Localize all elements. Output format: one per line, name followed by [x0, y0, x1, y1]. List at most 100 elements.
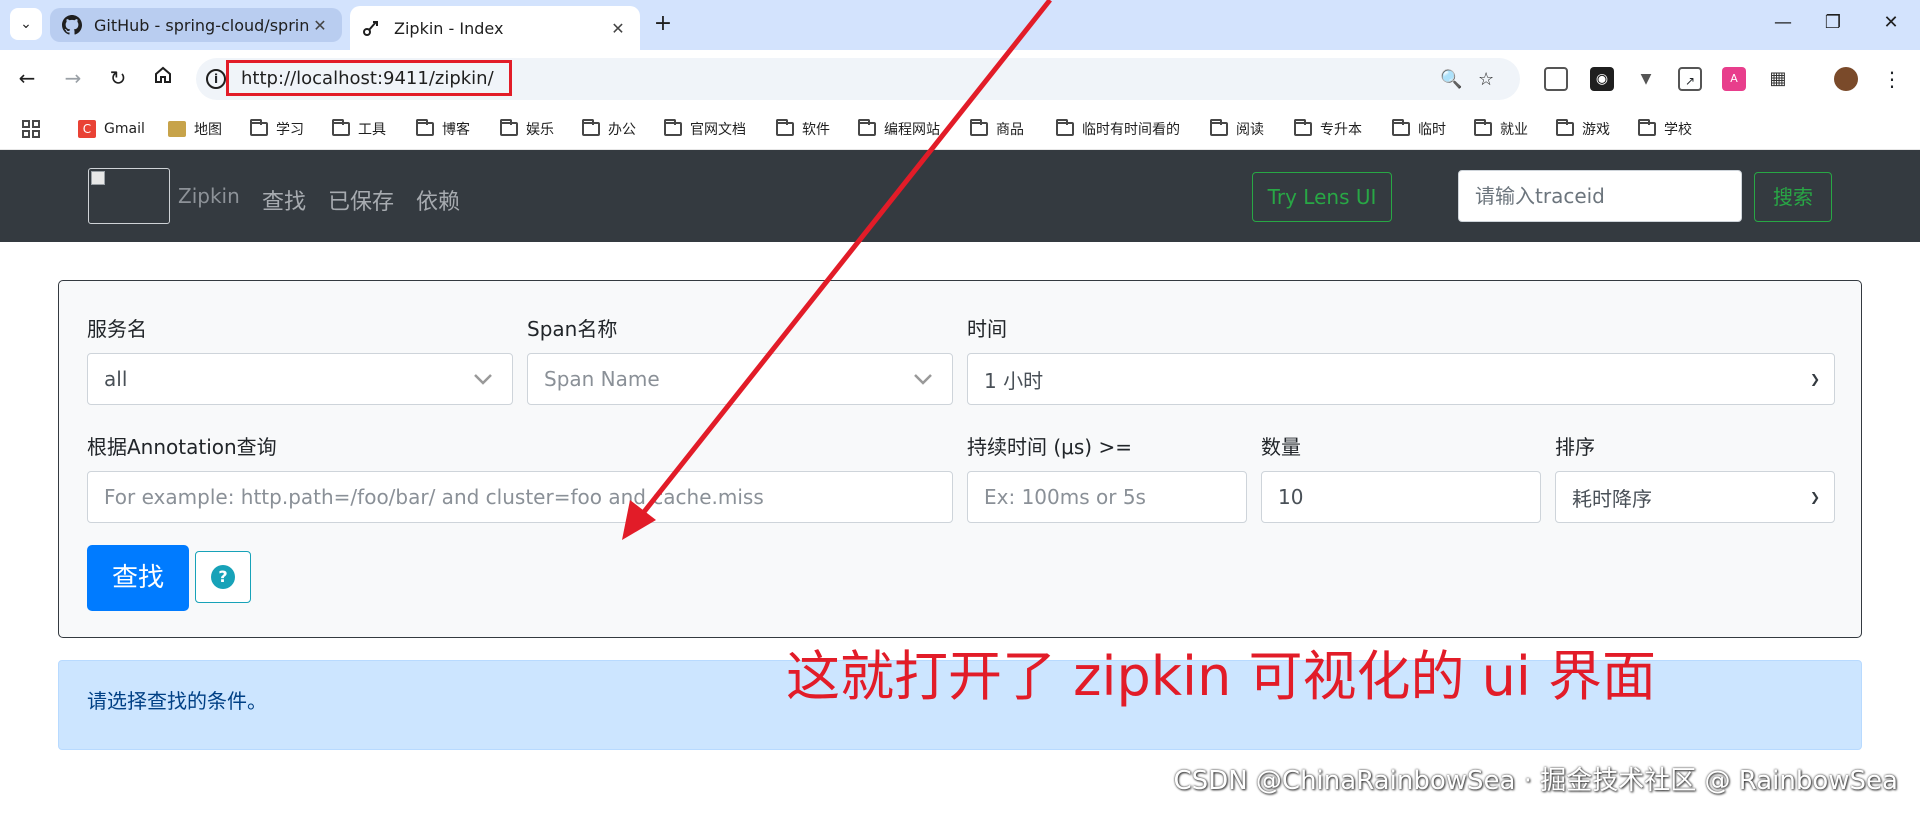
- sort-value: 耗时降序: [1572, 486, 1652, 511]
- zoom-icon[interactable]: 🔍: [1440, 69, 1462, 90]
- tab-close-icon[interactable]: ✕: [608, 19, 628, 38]
- span-name-placeholder: Span Name: [544, 367, 660, 391]
- sort-select[interactable]: 耗时降序 ❯: [1555, 471, 1835, 523]
- chevron-down-icon: [914, 374, 932, 385]
- limit-label: 数量: [1261, 435, 1301, 459]
- help-button[interactable]: ?: [195, 551, 251, 603]
- folder-icon: [1056, 119, 1074, 136]
- bookmark-folder[interactable]: 博客: [416, 118, 470, 140]
- bookmark-label: 就业: [1500, 122, 1528, 138]
- minimize-icon[interactable]: —: [1770, 12, 1796, 38]
- back-arrow-icon[interactable]: ←: [12, 63, 42, 93]
- bookmark-folder[interactable]: 编程网站: [858, 118, 940, 140]
- map-icon: [168, 121, 186, 137]
- nav-link-find[interactable]: 查找: [262, 184, 306, 216]
- annotation-query-placeholder: For example: http.path=/foo/bar/ and clu…: [104, 485, 764, 509]
- bookmark-folder[interactable]: 学习: [250, 118, 304, 140]
- bookmark-folder[interactable]: 商品: [970, 118, 1024, 140]
- tab-close-icon[interactable]: ✕: [310, 16, 330, 35]
- span-name-label: Span名称: [527, 317, 618, 341]
- bookmark-gmail[interactable]: C Gmail: [78, 118, 145, 140]
- profile-avatar[interactable]: [1834, 67, 1858, 91]
- service-name-select[interactable]: all: [87, 353, 513, 405]
- folder-icon: [416, 119, 434, 136]
- restore-icon[interactable]: ❐: [1820, 12, 1846, 38]
- tab-search-chevron-icon[interactable]: ⌄: [10, 8, 42, 40]
- bookmarks-bar: C Gmail 地图 学习 工具 博客 娱乐 办公 官网文档 软件 编程网站 商…: [0, 108, 1920, 150]
- reload-icon[interactable]: ↻: [103, 63, 133, 93]
- bookmark-folder[interactable]: 临时有时间看的: [1056, 118, 1180, 140]
- gmail-icon: C: [78, 120, 96, 138]
- home-glyph: [155, 66, 171, 83]
- tab-zipkin-title: Zipkin - Index: [394, 18, 504, 38]
- limit-value: 10: [1278, 485, 1304, 509]
- site-info-icon[interactable]: i: [206, 69, 226, 89]
- bookmark-label: 工具: [358, 122, 386, 138]
- extension-mask-icon[interactable]: ◉: [1590, 67, 1614, 91]
- time-select[interactable]: 1 小时 ❯: [967, 353, 1835, 405]
- bookmark-folder[interactable]: 软件: [776, 118, 830, 140]
- bookmark-folder[interactable]: 工具: [332, 118, 386, 140]
- try-lens-ui-button[interactable]: Try Lens UI: [1252, 172, 1392, 222]
- tab-zipkin[interactable]: Zipkin - Index ✕: [350, 6, 640, 50]
- folder-icon: [582, 119, 600, 136]
- forward-arrow-icon[interactable]: →: [58, 63, 88, 93]
- bookmark-folder[interactable]: 学校: [1638, 118, 1692, 140]
- bookmark-folder[interactable]: 临时: [1392, 118, 1446, 140]
- bookmark-label: 软件: [802, 122, 830, 138]
- nav-link-saved[interactable]: 已保存: [328, 184, 394, 216]
- duration-input[interactable]: Ex: 100ms or 5s: [967, 471, 1247, 523]
- extensions-puzzle-icon[interactable]: ▦: [1766, 67, 1790, 91]
- info-alert-message: 请选择查找的条件。: [87, 689, 267, 713]
- bookmark-map[interactable]: 地图: [168, 118, 222, 140]
- traceid-search-button[interactable]: 搜索: [1754, 172, 1832, 222]
- folder-icon: [1474, 119, 1492, 136]
- extension-translate-icon[interactable]: A: [1722, 67, 1746, 91]
- select-caret-icon: ❯: [1809, 372, 1820, 386]
- address-bar[interactable]: i http://localhost:9411/zipkin/ 🔍 ☆: [196, 58, 1520, 100]
- new-tab-plus-icon[interactable]: +: [650, 12, 676, 38]
- browser-menu-icon[interactable]: ⋮: [1880, 67, 1904, 91]
- folder-icon: [500, 119, 518, 136]
- apps-grid-icon[interactable]: [22, 118, 40, 140]
- bookmark-folder[interactable]: 办公: [582, 118, 636, 140]
- bookmark-folder[interactable]: 就业: [1474, 118, 1528, 140]
- bookmark-folder[interactable]: 阅读: [1210, 118, 1264, 140]
- extension-external-icon[interactable]: ↗: [1678, 67, 1702, 91]
- select-caret-icon: ❯: [1809, 490, 1820, 504]
- search-form-card: 服务名 all Span名称 Span Name 时间 1 小时 ❯ 根据Ann…: [58, 280, 1862, 638]
- folder-icon: [1210, 119, 1228, 136]
- limit-input[interactable]: 10: [1261, 471, 1541, 523]
- bookmark-folder[interactable]: 专升本: [1294, 118, 1362, 140]
- extension-vue-icon[interactable]: ▼: [1634, 67, 1658, 91]
- folder-icon: [1392, 119, 1410, 136]
- annotation-query-input[interactable]: For example: http.path=/foo/bar/ and clu…: [87, 471, 953, 523]
- nav-link-dependencies[interactable]: 依赖: [416, 184, 460, 216]
- bookmark-label: 临时有时间看的: [1082, 122, 1180, 138]
- tab-github-title: GitHub - spring-cloud/spring: [94, 15, 310, 35]
- bookmark-label: 临时: [1418, 122, 1446, 138]
- bookmark-label: 官网文档: [690, 122, 746, 138]
- service-name-value: all: [104, 367, 128, 391]
- tab-github[interactable]: GitHub - spring-cloud/spring ✕: [50, 8, 342, 42]
- zipkin-navbar: Zipkin 查找 已保存 依赖 Try Lens UI 搜索: [0, 150, 1920, 242]
- span-name-select[interactable]: Span Name: [527, 353, 953, 405]
- bookmark-label: 娱乐: [526, 122, 554, 138]
- close-window-icon[interactable]: ✕: [1878, 12, 1904, 38]
- traceid-input[interactable]: [1458, 170, 1742, 222]
- folder-icon: [250, 119, 268, 136]
- duration-label: 持续时间 (μs) >=: [967, 435, 1132, 459]
- bookmark-folder[interactable]: 游戏: [1556, 118, 1610, 140]
- extension-copy-icon[interactable]: [1544, 67, 1568, 91]
- screenshot-root: ⌄ GitHub - spring-cloud/spring ✕ Zipkin …: [0, 0, 1920, 813]
- browser-tabstrip: ⌄ GitHub - spring-cloud/spring ✕ Zipkin …: [0, 0, 1920, 50]
- bookmark-star-icon[interactable]: ☆: [1478, 69, 1494, 90]
- bookmark-folder[interactable]: 官网文档: [664, 118, 746, 140]
- navbar-brand[interactable]: Zipkin: [178, 184, 240, 208]
- home-icon[interactable]: [148, 63, 178, 93]
- bookmark-label: 博客: [442, 122, 470, 138]
- bookmark-folder[interactable]: 娱乐: [500, 118, 554, 140]
- bookmark-label: 办公: [608, 122, 636, 138]
- zipkin-logo-broken-image[interactable]: [88, 168, 170, 224]
- find-button[interactable]: 查找: [87, 545, 189, 611]
